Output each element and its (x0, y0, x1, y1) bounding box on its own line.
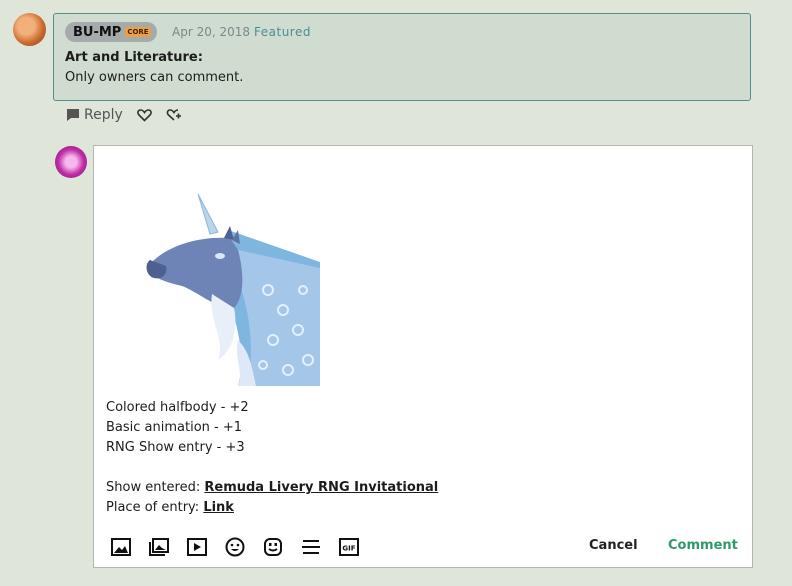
like-button[interactable] (136, 108, 152, 122)
show-label: Show entered: (106, 480, 201, 495)
insert-emoticon-button[interactable] (262, 536, 284, 558)
commenter-avatar[interactable] (55, 146, 87, 178)
share-button[interactable] (166, 108, 182, 122)
heart-icon (136, 109, 152, 122)
share-icon (166, 109, 181, 121)
user-avatar[interactable] (13, 13, 46, 46)
text-line: Basic animation - +1 (106, 420, 243, 435)
cancel-button[interactable]: Cancel (589, 538, 638, 553)
place-line: Place of entry: Link (106, 498, 438, 518)
image-icon (111, 538, 131, 556)
reply-button[interactable]: Reply (66, 107, 123, 123)
unicorn-artwork (138, 190, 320, 386)
divider-icon (302, 540, 320, 554)
comment-icon (67, 109, 79, 121)
text-line: RNG Show entry - +3 (106, 440, 245, 455)
insert-gif-button[interactable]: GIF (338, 536, 360, 558)
gallery-icon (149, 538, 169, 556)
pinned-note: BU-MP CORE Apr 20, 2018 Featured Art and… (53, 13, 751, 101)
show-line: Show entered: Remuda Livery RNG Invitati… (106, 478, 438, 498)
insert-divider-button[interactable] (300, 536, 322, 558)
insert-gallery-button[interactable] (148, 536, 170, 558)
insert-emoji-button[interactable] (224, 536, 246, 558)
author-badge[interactable]: BU-MP CORE (65, 22, 157, 42)
place-label: Place of entry: (106, 500, 200, 515)
emoji-icon (225, 537, 245, 557)
show-link[interactable]: Remuda Livery RNG Invitational (204, 480, 438, 495)
reply-label: Reply (84, 107, 123, 123)
author-name: BU-MP (73, 24, 122, 40)
emoticon-icon (264, 538, 282, 556)
video-icon (187, 538, 207, 556)
svg-text:GIF: GIF (342, 545, 355, 553)
comment-body[interactable]: Colored halfbody - +2 Basic animation - … (106, 398, 438, 518)
post-date: Apr 20, 2018 (172, 25, 251, 39)
editor-toolbar: GIF (110, 536, 376, 558)
submit-comment-button[interactable]: Comment (668, 538, 738, 553)
note-actions: Reply (66, 107, 196, 123)
place-link[interactable]: Link (203, 500, 234, 515)
core-badge: CORE (125, 27, 151, 37)
featured-label: Featured (254, 25, 311, 39)
text-line: Colored halfbody - +2 (106, 400, 249, 415)
note-body: Only owners can comment. (65, 70, 244, 85)
insert-video-button[interactable] (186, 536, 208, 558)
comment-editor[interactable]: Colored halfbody - +2 Basic animation - … (93, 145, 753, 568)
note-title: Art and Literature: (65, 50, 203, 65)
insert-image-button[interactable] (110, 536, 132, 558)
gif-icon: GIF (339, 538, 359, 556)
